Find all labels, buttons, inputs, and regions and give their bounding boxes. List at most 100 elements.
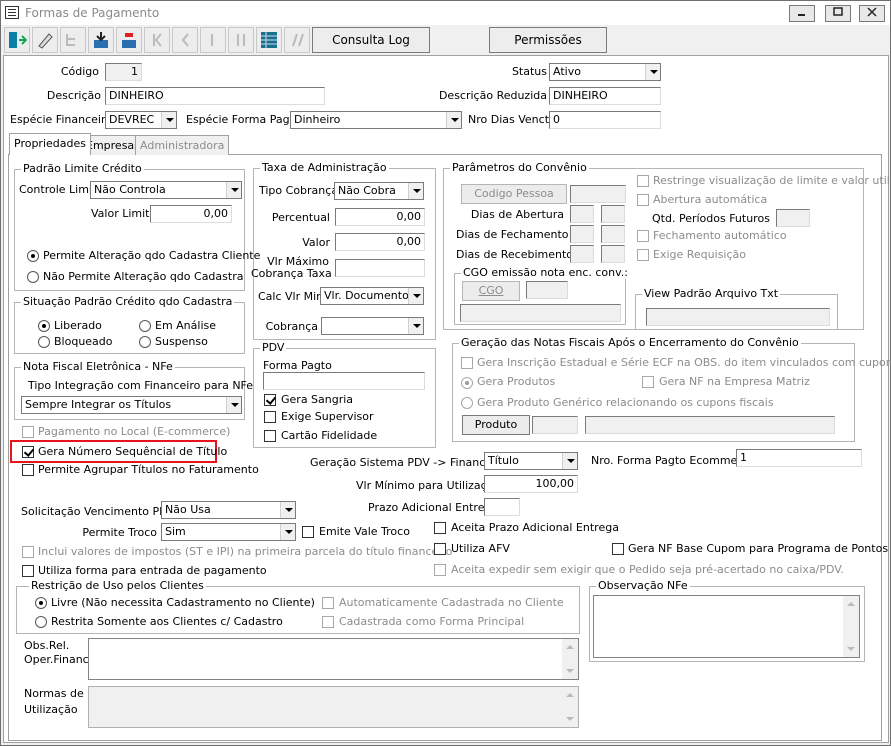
especie-forma-pagto-select[interactable]: Dinheiro	[290, 111, 462, 129]
radio-nao-permite-alteracao[interactable]	[27, 271, 39, 283]
delete-icon	[122, 33, 136, 48]
produto-code-field[interactable]	[532, 416, 578, 434]
gera-numero-label: Gera Número Sequêncial de Título	[38, 445, 228, 458]
obs-rel-scrollbar[interactable]	[562, 639, 578, 679]
radio-livre[interactable]	[35, 597, 47, 609]
edit-button[interactable]	[32, 27, 58, 53]
permissoes-button[interactable]: Permissões	[489, 27, 607, 53]
abertura-auto-checkbox[interactable]	[637, 194, 649, 206]
cgo-code-field[interactable]	[526, 281, 568, 299]
grid-button[interactable]	[256, 27, 282, 53]
inclui-valores-checkbox[interactable]	[22, 546, 34, 558]
exit-button[interactable]	[4, 27, 30, 53]
nav-prev-button[interactable]	[172, 27, 198, 53]
view-padrao-field[interactable]	[646, 308, 830, 326]
aceita-prazo-checkbox[interactable]	[434, 522, 446, 534]
refresh-button[interactable]	[284, 27, 310, 53]
gera-nf-cupom-checkbox[interactable]	[612, 543, 624, 555]
codigo-field[interactable]: 1	[105, 63, 142, 81]
radio-gera-produtos[interactable]	[461, 377, 473, 389]
especie-financeira-select[interactable]: DEVREC	[105, 111, 177, 129]
observacao-scrollbar[interactable]	[843, 596, 859, 657]
minimize-button[interactable]	[789, 5, 815, 22]
gera-nf-matriz-checkbox[interactable]	[642, 376, 654, 388]
descricao-field[interactable]: DINHEIRO	[105, 87, 325, 105]
exige-requisicao-checkbox[interactable]	[637, 249, 649, 261]
codigo-pessoa-button[interactable]: Codigo Pessoa	[461, 184, 567, 204]
vlr-minimo-field[interactable]: 100,00	[484, 475, 578, 493]
nav-next-button[interactable]	[200, 27, 226, 53]
nro-forma-ecommerce-field[interactable]: 1	[736, 449, 862, 467]
radio-em-analise[interactable]	[139, 320, 151, 332]
qtd-periodos-field[interactable]	[776, 209, 810, 227]
nav-last-button[interactable]	[228, 27, 254, 53]
normas-scrollbar[interactable]	[562, 687, 578, 727]
tipo-cobranca-select[interactable]: Não Cobra	[334, 182, 424, 200]
observacao-textarea[interactable]	[593, 595, 860, 658]
controle-limite-select[interactable]: Não Controla	[90, 181, 242, 199]
codigo-pessoa-field[interactable]	[570, 185, 626, 203]
refresh-icon	[292, 33, 304, 47]
close-button[interactable]	[859, 5, 885, 22]
aceita-expedir-checkbox[interactable]	[434, 564, 446, 576]
normas-textarea[interactable]	[88, 686, 579, 728]
permite-agrupar-checkbox[interactable]	[22, 464, 34, 476]
pagamento-local-checkbox[interactable]	[22, 426, 34, 438]
nav-first-button[interactable]	[144, 27, 170, 53]
emite-vale-checkbox[interactable]	[302, 526, 314, 538]
cartao-fidelidade-checkbox[interactable]	[264, 430, 276, 442]
cgo-button[interactable]: CGO	[462, 281, 520, 301]
dias-fechamento-field-2[interactable]	[601, 225, 625, 243]
radio-restrita[interactable]	[35, 616, 47, 628]
window-title: Formas de Pagamento	[25, 6, 160, 20]
prazo-adicional-field[interactable]	[484, 498, 520, 516]
save-button[interactable]	[88, 27, 114, 53]
radio-liberado[interactable]	[38, 320, 50, 332]
auto-cadastrada-checkbox[interactable]	[322, 597, 334, 609]
cgo-description-field[interactable]	[460, 304, 621, 322]
dias-recebimento-field-2[interactable]	[601, 245, 625, 263]
cgo-caption: CGO emissão nota enc. conv.:	[461, 266, 630, 279]
obs-rel-textarea[interactable]	[88, 638, 579, 680]
utiliza-afv-checkbox[interactable]	[434, 543, 446, 555]
fechamento-auto-checkbox[interactable]	[637, 230, 649, 242]
geracao-pdv-select[interactable]: Título	[484, 452, 578, 470]
permite-troco-select[interactable]: Sim	[161, 523, 296, 541]
status-select[interactable]: Ativo	[549, 63, 661, 81]
radio-bloqueado[interactable]	[38, 336, 50, 348]
utiliza-forma-checkbox[interactable]	[22, 565, 34, 577]
descricao-reduzida-field[interactable]: DINHEIRO	[549, 87, 661, 105]
vlr-maximo-field[interactable]	[335, 259, 425, 277]
calc-vlr-min-select[interactable]: Vlr. Documento	[320, 287, 424, 305]
percentual-field[interactable]: 0,00	[335, 208, 425, 226]
solicitacao-vencimento-select[interactable]: Não Usa	[161, 501, 296, 519]
restringe-checkbox[interactable]	[637, 175, 649, 187]
gera-ie-label: Gera Inscrição Estadual e Série ECF na O…	[477, 356, 891, 369]
radio-permite-alteracao[interactable]	[27, 250, 39, 262]
radio-suspenso[interactable]	[139, 336, 151, 348]
forma-pagto-field[interactable]	[263, 372, 425, 390]
gera-sangria-checkbox[interactable]	[264, 394, 276, 406]
tipo-integracao-select[interactable]: Sempre Integrar os Títulos	[21, 396, 242, 414]
tree-button[interactable]	[60, 27, 86, 53]
tab-administradora[interactable]: Administradora	[135, 135, 230, 155]
produto-button[interactable]: Produto	[462, 415, 530, 435]
delete-button[interactable]	[116, 27, 142, 53]
consulta-log-button[interactable]: Consulta Log	[312, 27, 430, 53]
maximize-button[interactable]	[825, 5, 851, 22]
nro-dias-vencto-field[interactable]: 0	[549, 111, 661, 129]
dias-recebimento-field[interactable]	[570, 245, 594, 263]
gera-ie-checkbox[interactable]	[461, 357, 473, 369]
gera-numero-checkbox[interactable]	[22, 446, 34, 458]
dias-fechamento-field[interactable]	[570, 225, 594, 243]
tab-propriedades[interactable]: Propriedades	[9, 133, 91, 155]
valor-field[interactable]: 0,00	[335, 233, 425, 251]
radio-gera-generico[interactable]	[461, 397, 473, 409]
cobranca-select[interactable]	[321, 317, 424, 335]
valor-limite-field[interactable]: 0,00	[150, 205, 232, 223]
exige-supervisor-checkbox[interactable]	[264, 411, 276, 423]
produto-description-field[interactable]	[585, 416, 835, 434]
dias-abertura-field[interactable]	[570, 205, 594, 223]
cadastrada-principal-checkbox[interactable]	[322, 616, 334, 628]
dias-abertura-field-2[interactable]	[601, 205, 625, 223]
